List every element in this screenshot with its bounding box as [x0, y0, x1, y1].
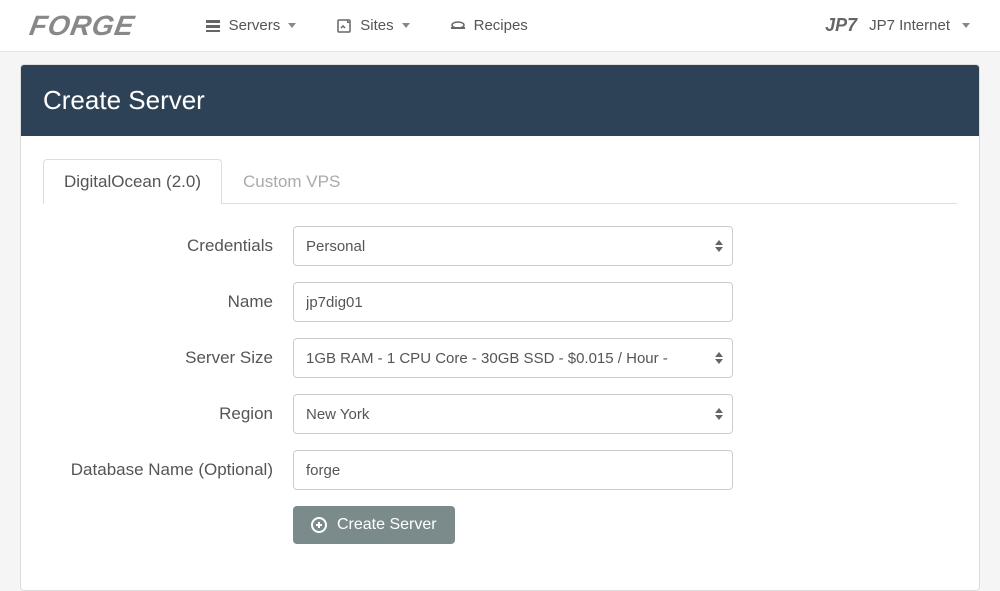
- database-name-input[interactable]: [293, 450, 733, 490]
- server-size-select[interactable]: 1GB RAM - 1 CPU Core - 30GB SSD - $0.015…: [293, 338, 733, 378]
- label-server-size: Server Size: [43, 348, 293, 368]
- tab-custom-vps[interactable]: Custom VPS: [222, 159, 361, 204]
- main-nav: Servers Sites Recipes: [205, 17, 528, 34]
- nav-sites[interactable]: Sites: [336, 17, 409, 34]
- region-select[interactable]: New York: [293, 394, 733, 434]
- account-name-label: JP7 Internet: [869, 17, 950, 34]
- region-value: New York: [293, 394, 733, 434]
- row-server-size: Server Size 1GB RAM - 1 CPU Core - 30GB …: [43, 338, 957, 378]
- nav-sites-label: Sites: [360, 17, 393, 34]
- create-server-panel: Create Server DigitalOcean (2.0) Custom …: [20, 64, 980, 591]
- nav-servers-label: Servers: [229, 17, 281, 34]
- nav-recipes-label: Recipes: [474, 17, 528, 34]
- label-region: Region: [43, 404, 293, 424]
- server-size-value: 1GB RAM - 1 CPU Core - 30GB SSD - $0.015…: [293, 338, 733, 378]
- row-database-name: Database Name (Optional): [43, 450, 957, 490]
- account-brand-icon: JP7: [825, 15, 857, 36]
- caret-down-icon: [402, 23, 410, 28]
- create-server-button[interactable]: Create Server: [293, 506, 455, 544]
- label-name: Name: [43, 292, 293, 312]
- nav-recipes[interactable]: Recipes: [450, 17, 528, 34]
- account-menu[interactable]: JP7 JP7 Internet: [825, 15, 970, 36]
- topbar: FORGE Servers Sites Recipes JP7 JP7 Inte…: [0, 0, 1000, 52]
- create-server-button-label: Create Server: [337, 516, 437, 534]
- page-title: Create Server: [21, 65, 979, 136]
- tab-digitalocean[interactable]: DigitalOcean (2.0): [43, 159, 222, 204]
- credentials-select[interactable]: Personal: [293, 226, 733, 266]
- credentials-value: Personal: [293, 226, 733, 266]
- plus-circle-icon: [311, 517, 327, 533]
- name-input[interactable]: [293, 282, 733, 322]
- servers-icon: [205, 18, 221, 34]
- row-submit: Create Server: [43, 506, 957, 544]
- page-container: Create Server DigitalOcean (2.0) Custom …: [0, 52, 1000, 591]
- row-name: Name: [43, 282, 957, 322]
- panel-body: DigitalOcean (2.0) Custom VPS Credential…: [21, 136, 979, 590]
- caret-down-icon: [962, 23, 970, 28]
- provider-tabs: DigitalOcean (2.0) Custom VPS: [43, 158, 957, 204]
- label-credentials: Credentials: [43, 236, 293, 256]
- caret-down-icon: [288, 23, 296, 28]
- recipes-icon: [450, 18, 466, 34]
- logo: FORGE: [27, 10, 137, 42]
- nav-servers[interactable]: Servers: [205, 17, 297, 34]
- sites-icon: [336, 18, 352, 34]
- row-credentials: Credentials Personal: [43, 226, 957, 266]
- label-database-name: Database Name (Optional): [43, 460, 293, 480]
- row-region: Region New York: [43, 394, 957, 434]
